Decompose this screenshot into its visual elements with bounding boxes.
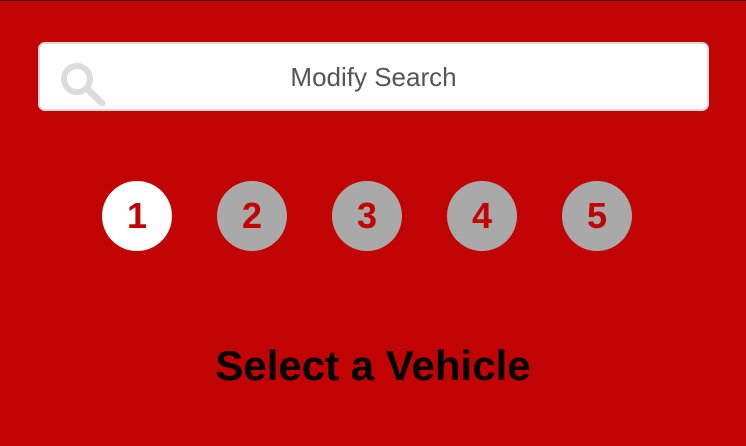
step-5[interactable]: 5	[562, 181, 632, 251]
step-4[interactable]: 4	[447, 181, 517, 251]
step-3[interactable]: 3	[332, 181, 402, 251]
booking-page: Modify Search 1 2 3 4 5 Select a Vehicle	[0, 0, 746, 446]
step-1[interactable]: 1	[102, 181, 172, 251]
step-indicator: 1 2 3 4 5	[0, 181, 746, 251]
modify-search-label: Modify Search	[290, 62, 457, 92]
step-2[interactable]: 2	[217, 181, 287, 251]
page-title: Select a Vehicle	[215, 342, 531, 389]
modify-search-button[interactable]: Modify Search	[38, 42, 709, 111]
